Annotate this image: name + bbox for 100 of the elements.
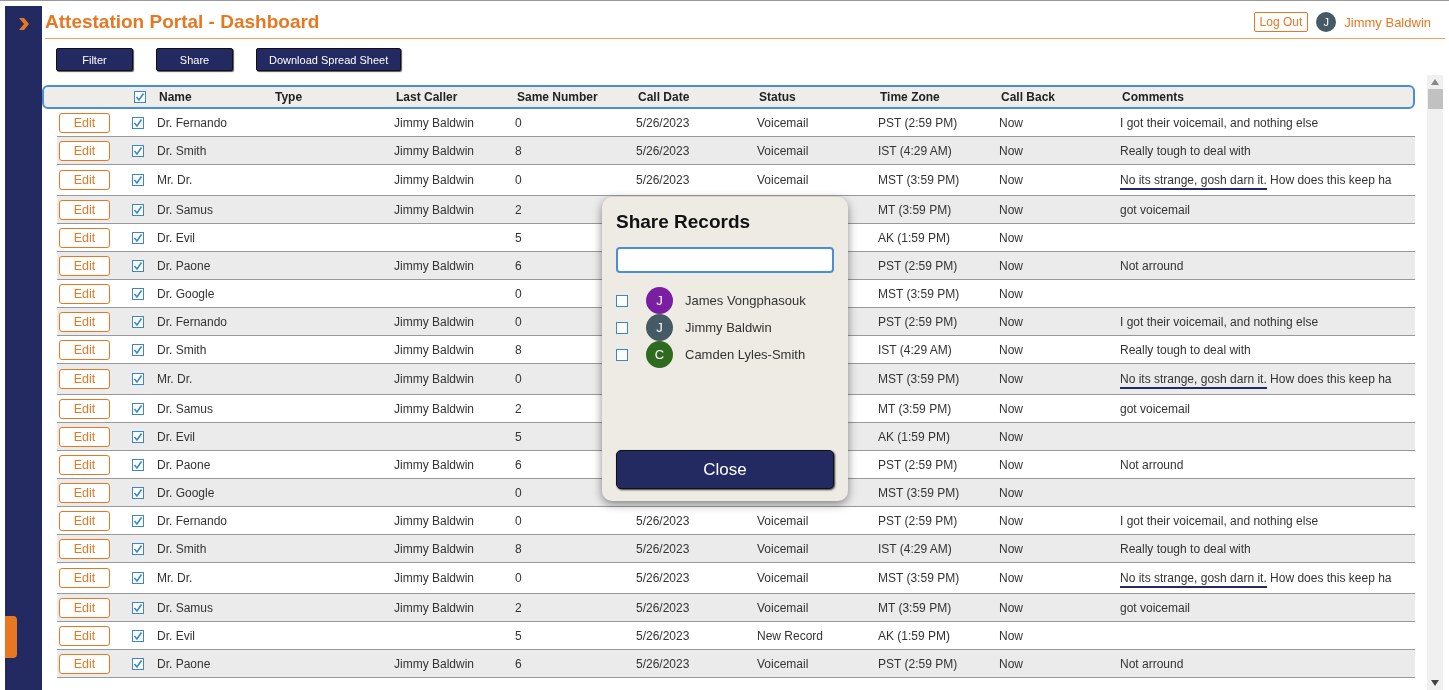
table-cell-text: Dr. Evil (156, 628, 195, 643)
checkbox[interactable] (616, 321, 628, 334)
checkbox[interactable] (132, 373, 144, 385)
edit-button[interactable]: Edit (59, 227, 110, 248)
table-cell: Voicemail (757, 656, 809, 671)
toolbar-button[interactable]: Filter (56, 48, 133, 71)
user-name[interactable]: James Vongphasouk (685, 293, 806, 308)
edit-button[interactable]: Edit (59, 454, 110, 475)
table-cell: 5/26/2023 (636, 628, 690, 643)
table-cell: Jimmy Baldwin (394, 372, 474, 386)
checkbox[interactable] (132, 402, 144, 415)
edit-button[interactable]: Edit (59, 199, 110, 220)
table-cell: Now (999, 143, 1023, 158)
logout-button[interactable]: Log Out (1253, 12, 1309, 32)
edit-button[interactable]: Edit (59, 339, 110, 360)
table-cell: Now (999, 513, 1023, 528)
column-header: Same Number (517, 90, 598, 104)
scroll-up-icon[interactable] (1431, 79, 1439, 85)
table-cell: Jimmy Baldwin (394, 600, 474, 615)
scrollbar[interactable] (1427, 75, 1443, 690)
user-avatar: J (1316, 12, 1337, 32)
table-cell: 2 (515, 401, 522, 416)
table-cell: Voicemail (757, 541, 809, 556)
checkbox[interactable] (132, 343, 144, 356)
edit-button[interactable]: Edit (59, 653, 110, 674)
checkbox[interactable] (132, 657, 144, 670)
table-cell: 5/26/2023 (636, 656, 690, 671)
user-name[interactable]: Camden Lyles-Smith (685, 347, 806, 362)
close-button[interactable]: Close (616, 450, 834, 489)
table-cell: Jimmy Baldwin (394, 258, 474, 273)
checkbox[interactable] (134, 91, 146, 103)
scroll-down-icon[interactable] (1431, 680, 1439, 686)
table-cell: Now (999, 230, 1023, 245)
chevron-icon[interactable] (18, 18, 29, 30)
checkbox[interactable] (132, 203, 144, 216)
table-cell: MST (3:59 PM) (878, 372, 960, 386)
checkbox[interactable] (132, 287, 144, 300)
scroll-thumb[interactable] (1427, 89, 1443, 109)
table-cell: Now (999, 541, 1023, 556)
table-cell: got voicemail (1120, 600, 1191, 615)
edit-button[interactable]: Edit (59, 538, 110, 559)
edit-button[interactable]: Edit (59, 625, 110, 646)
checkbox[interactable] (616, 348, 628, 361)
table-cell: 8 (515, 143, 522, 158)
checkbox[interactable] (132, 259, 144, 272)
table-cell: got voicemail (1120, 202, 1191, 217)
checkbox[interactable] (132, 231, 144, 244)
edit-button[interactable]: Edit (59, 398, 110, 419)
edit-button[interactable]: Edit (59, 311, 110, 332)
search-field[interactable] (616, 247, 834, 273)
edit-button[interactable]: Edit (59, 369, 110, 389)
checkbox[interactable] (132, 542, 144, 555)
checkbox[interactable] (132, 486, 144, 499)
table-cell: 6 (515, 656, 522, 671)
edit-button[interactable]: Edit (59, 426, 110, 447)
checkbox[interactable] (132, 458, 144, 471)
edit-button[interactable]: Edit (59, 255, 110, 276)
table-cell: No its strange, gosh darn it. How does this keep ha (1120, 173, 1392, 187)
table-cell-text: Dr. Smith (156, 541, 207, 556)
edit-button[interactable]: Edit (59, 140, 110, 161)
table-cell: 2 (515, 600, 522, 615)
checkbox[interactable] (132, 514, 144, 527)
table-cell: Jimmy Baldwin (394, 656, 474, 671)
edit-button[interactable]: Edit (59, 568, 110, 588)
table-cell-text: Dr. Smith (156, 342, 207, 357)
toolbar-button[interactable]: Share (156, 48, 233, 71)
edit-button[interactable]: Edit (59, 482, 110, 503)
checkbox[interactable] (132, 572, 144, 584)
checkbox[interactable] (132, 116, 144, 129)
checkbox[interactable] (132, 430, 144, 443)
checkbox[interactable] (132, 315, 144, 328)
table-cell: Jimmy Baldwin (394, 541, 474, 556)
table-cell-text: Dr. Evil (156, 230, 195, 245)
table-cell: 0 (515, 571, 522, 585)
table-cell: IST (4:29 AM) (878, 143, 952, 158)
table-cell: Now (999, 372, 1023, 386)
table-cell: Jimmy Baldwin (394, 314, 474, 329)
table-cell: IST (4:29 AM) (878, 342, 952, 357)
table-cell: Not arround (1120, 656, 1184, 671)
edit-button[interactable]: Edit (59, 597, 110, 618)
table-cell: 5/26/2023 (636, 600, 690, 615)
column-header: Last Caller (396, 90, 458, 104)
checkbox[interactable] (616, 294, 628, 307)
edit-button[interactable]: Edit (59, 283, 110, 304)
user-name[interactable]: Jimmy Baldwin (685, 320, 772, 335)
edit-button[interactable]: Edit (59, 510, 110, 531)
table-cell: Now (999, 401, 1023, 416)
table-cell-text: Mr. Dr. (156, 372, 193, 386)
checkbox[interactable] (132, 174, 144, 186)
checkbox[interactable] (132, 629, 144, 642)
toolbar-button[interactable]: Download Spread Sheet (256, 48, 402, 71)
column-header: Call Date (638, 90, 690, 104)
edit-button[interactable]: Edit (59, 170, 110, 190)
table-cell: 0 (515, 513, 522, 528)
checkbox[interactable] (132, 144, 144, 157)
checkbox[interactable] (132, 601, 144, 614)
edit-button[interactable]: Edit (59, 112, 110, 133)
table-cell: Voicemail (757, 173, 809, 187)
table-cell: Now (999, 202, 1023, 217)
table-cell: Voicemail (757, 115, 809, 130)
